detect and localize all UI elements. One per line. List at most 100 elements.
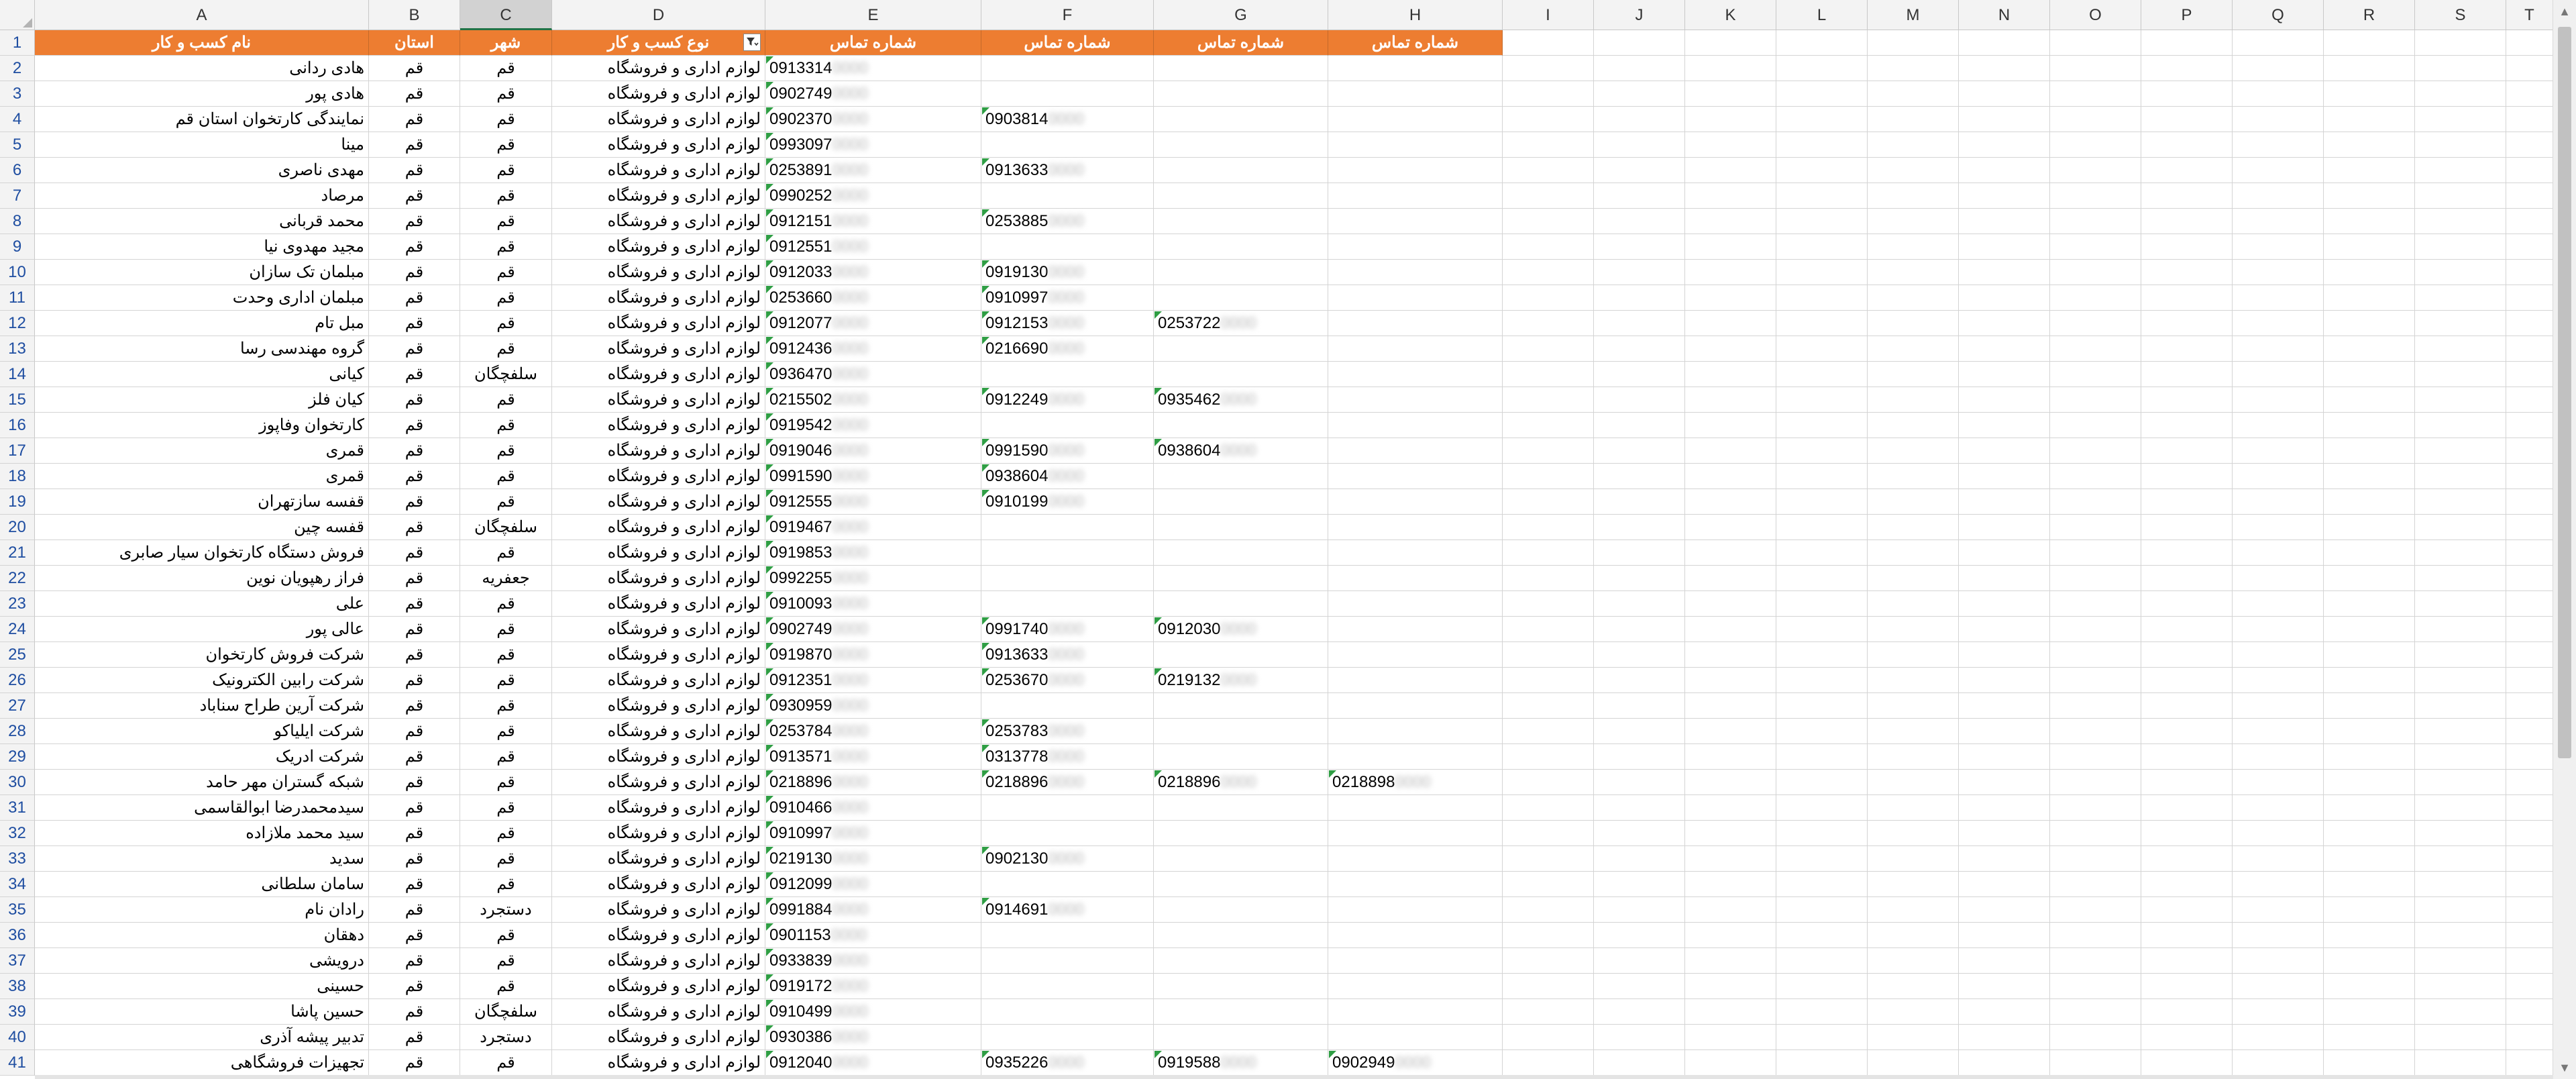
empty-cell[interactable] bbox=[1959, 795, 2050, 821]
empty-cell[interactable] bbox=[1868, 234, 1959, 260]
empty-cell[interactable] bbox=[2415, 693, 2506, 719]
empty-cell[interactable] bbox=[2141, 846, 2233, 872]
empty-cell[interactable] bbox=[1776, 719, 1868, 744]
empty-cell[interactable] bbox=[1594, 489, 1685, 515]
empty-cell[interactable] bbox=[2141, 30, 2233, 56]
row-number[interactable]: 12 bbox=[0, 311, 35, 336]
empty-cell[interactable] bbox=[1503, 311, 1594, 336]
empty-cell[interactable] bbox=[2324, 336, 2415, 362]
phone-cell[interactable] bbox=[1154, 158, 1328, 183]
empty-cell[interactable] bbox=[2141, 362, 2233, 387]
province-cell[interactable]: قم bbox=[369, 209, 460, 234]
empty-cell[interactable] bbox=[1959, 464, 2050, 489]
phone-cell[interactable] bbox=[1154, 846, 1328, 872]
phone-cell[interactable]: 02536700000 bbox=[981, 668, 1154, 693]
phone-cell[interactable] bbox=[1328, 336, 1503, 362]
phone-cell[interactable]: 09027490000 bbox=[765, 81, 981, 107]
empty-cell[interactable] bbox=[1868, 566, 1959, 591]
phone-cell[interactable] bbox=[1328, 107, 1503, 132]
empty-cell[interactable] bbox=[2506, 515, 2553, 540]
empty-cell[interactable] bbox=[2233, 107, 2324, 132]
phone-cell[interactable]: 09386040000 bbox=[981, 464, 1154, 489]
empty-cell[interactable] bbox=[2324, 668, 2415, 693]
empty-cell[interactable] bbox=[1503, 260, 1594, 285]
empty-cell[interactable] bbox=[2141, 158, 2233, 183]
phone-cell[interactable] bbox=[1328, 693, 1503, 719]
empty-cell[interactable] bbox=[2324, 158, 2415, 183]
phone-cell[interactable] bbox=[1154, 744, 1328, 770]
empty-cell[interactable] bbox=[2141, 744, 2233, 770]
phone-cell[interactable] bbox=[1154, 897, 1328, 923]
empty-cell[interactable] bbox=[2050, 668, 2141, 693]
empty-cell[interactable] bbox=[1503, 693, 1594, 719]
empty-cell[interactable] bbox=[1776, 540, 1868, 566]
empty-cell[interactable] bbox=[2141, 974, 2233, 999]
empty-cell[interactable] bbox=[1594, 642, 1685, 668]
empty-cell[interactable] bbox=[1685, 413, 1776, 438]
empty-cell[interactable] bbox=[1503, 438, 1594, 464]
phone-cell[interactable] bbox=[981, 923, 1154, 948]
city-cell[interactable]: دستجرد bbox=[460, 897, 552, 923]
empty-cell[interactable] bbox=[1959, 821, 2050, 846]
empty-cell[interactable] bbox=[2415, 872, 2506, 897]
empty-cell[interactable] bbox=[2233, 285, 2324, 311]
empty-cell[interactable] bbox=[2324, 260, 2415, 285]
empty-cell[interactable] bbox=[2050, 413, 2141, 438]
business-type-cell[interactable]: لوازم اداری و فروشگاه bbox=[552, 846, 765, 872]
empty-cell[interactable] bbox=[2141, 311, 2233, 336]
empty-cell[interactable] bbox=[2050, 56, 2141, 81]
empty-cell[interactable] bbox=[1594, 107, 1685, 132]
empty-cell[interactable] bbox=[2415, 846, 2506, 872]
phone-cell[interactable] bbox=[1154, 56, 1328, 81]
row-number[interactable]: 26 bbox=[0, 668, 35, 693]
scroll-thumb[interactable] bbox=[2558, 27, 2571, 758]
business-name-cell[interactable]: شرکت فروش کارتخوان bbox=[35, 642, 369, 668]
empty-cell[interactable] bbox=[2050, 311, 2141, 336]
phone-cell[interactable]: 02537840000 bbox=[765, 719, 981, 744]
empty-cell[interactable] bbox=[1959, 948, 2050, 974]
province-cell[interactable]: قم bbox=[369, 744, 460, 770]
empty-cell[interactable] bbox=[1959, 81, 2050, 107]
empty-cell[interactable] bbox=[2050, 515, 2141, 540]
empty-cell[interactable] bbox=[2506, 311, 2553, 336]
empty-cell[interactable] bbox=[1503, 897, 1594, 923]
empty-cell[interactable] bbox=[1776, 897, 1868, 923]
empty-cell[interactable] bbox=[2506, 1050, 2553, 1076]
city-cell[interactable]: قم bbox=[460, 107, 552, 132]
city-cell[interactable]: قم bbox=[460, 260, 552, 285]
empty-cell[interactable] bbox=[2233, 56, 2324, 81]
phone-cell[interactable] bbox=[1328, 591, 1503, 617]
phone-cell[interactable] bbox=[1154, 336, 1328, 362]
empty-cell[interactable] bbox=[2506, 285, 2553, 311]
empty-cell[interactable] bbox=[1685, 336, 1776, 362]
city-cell[interactable]: قم bbox=[460, 438, 552, 464]
empty-cell[interactable] bbox=[1868, 132, 1959, 158]
phone-cell[interactable] bbox=[1328, 183, 1503, 209]
empty-cell[interactable] bbox=[2233, 336, 2324, 362]
empty-cell[interactable] bbox=[2415, 744, 2506, 770]
phone-cell[interactable]: 09191720000 bbox=[765, 974, 981, 999]
empty-cell[interactable] bbox=[1685, 107, 1776, 132]
empty-cell[interactable] bbox=[2324, 81, 2415, 107]
empty-cell[interactable] bbox=[2141, 821, 2233, 846]
empty-cell[interactable] bbox=[1959, 336, 2050, 362]
phone-cell[interactable] bbox=[1154, 642, 1328, 668]
column-header-e[interactable]: E bbox=[765, 0, 981, 30]
phone-cell[interactable] bbox=[1154, 1025, 1328, 1050]
province-cell[interactable]: قم bbox=[369, 821, 460, 846]
column-header-g[interactable]: G bbox=[1154, 0, 1328, 30]
city-cell[interactable]: قم bbox=[460, 617, 552, 642]
empty-cell[interactable] bbox=[2506, 744, 2553, 770]
empty-cell[interactable] bbox=[1776, 464, 1868, 489]
empty-cell[interactable] bbox=[1594, 464, 1685, 489]
empty-cell[interactable] bbox=[1594, 897, 1685, 923]
empty-cell[interactable] bbox=[2233, 668, 2324, 693]
empty-cell[interactable] bbox=[1959, 515, 2050, 540]
empty-cell[interactable] bbox=[1594, 795, 1685, 821]
empty-cell[interactable] bbox=[1868, 1050, 1959, 1076]
empty-cell[interactable] bbox=[2141, 285, 2233, 311]
empty-cell[interactable] bbox=[1503, 999, 1594, 1025]
phone-cell[interactable]: 02155020000 bbox=[765, 387, 981, 413]
empty-cell[interactable] bbox=[2141, 464, 2233, 489]
empty-cell[interactable] bbox=[1959, 489, 2050, 515]
